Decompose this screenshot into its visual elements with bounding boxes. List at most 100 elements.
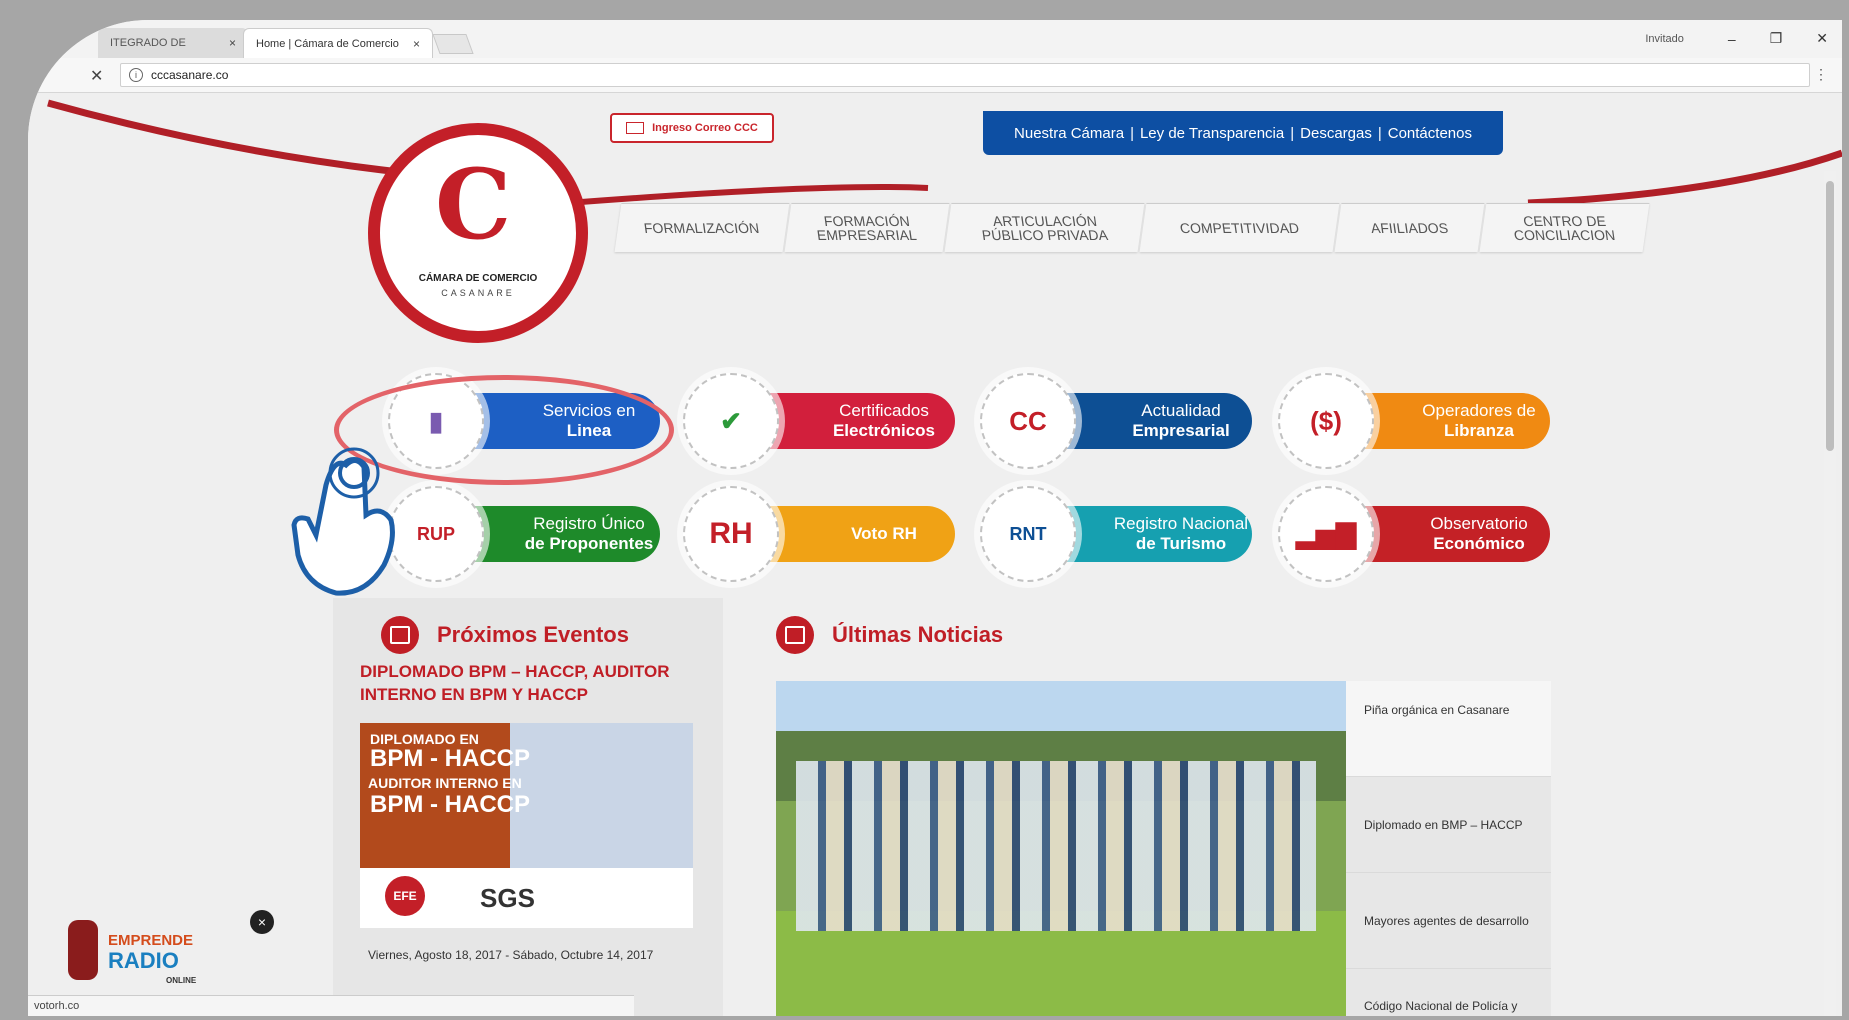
nav-formalizacion[interactable]: FORMALIZACIÓN <box>614 203 790 252</box>
icon-glyph: ($) <box>1310 405 1342 436</box>
voto-rh-icon: RH <box>683 486 779 582</box>
nav-line: FORMALIZACIÓN <box>643 220 761 236</box>
event-date: Viernes, Agosto 18, 2017 - Sábado, Octub… <box>368 948 654 962</box>
event-image[interactable]: DIPLOMADO EN BPM - HACCP AUDITOR INTERNO… <box>360 723 693 928</box>
nav-line: COMPETITIVIDAD <box>1178 220 1301 236</box>
service-actualidad[interactable]: Actualidad Empresarial CC <box>980 373 1252 469</box>
news-list: Piña orgánica en Casanare Diplomado en B… <box>1346 681 1551 1016</box>
image-text-3: AUDITOR INTERNO EN <box>368 775 522 791</box>
link-contactenos[interactable]: Contáctenos <box>1388 125 1472 142</box>
address-bar: ✕ i cccasanare.co ⋮ <box>28 58 1842 93</box>
printer-check-icon: ✔ <box>683 373 779 469</box>
link-transparencia[interactable]: Ley de Transparencia <box>1140 125 1284 142</box>
news-item[interactable]: Código Nacional de Policía y Convivencia <box>1346 969 1551 1016</box>
tab-close-icon[interactable]: × <box>229 36 236 50</box>
close-window-icon[interactable]: ✕ <box>1816 30 1828 47</box>
web-page: Ingreso Correo CCC Nuestra Cámara | Ley d… <box>28 93 1842 1016</box>
events-panel: Próximos Eventos DIPLOMADO BPM – HACCP, … <box>333 598 723 1016</box>
service-line1: Registro Nacional <box>1113 514 1249 533</box>
tab-active[interactable]: Home | Cámara de Comercio × <box>243 28 433 58</box>
news-heading-text: Últimas Noticias <box>832 622 1004 647</box>
icon-glyph: ▂▅▇ <box>1296 518 1356 549</box>
logo-subtitle: CASANARE <box>441 288 515 298</box>
service-voto-rh[interactable]: Voto RH RH <box>683 486 955 582</box>
envelope-icon <box>626 122 645 134</box>
service-line2: Voto RH <box>851 524 917 543</box>
service-line2: de Proponentes <box>524 534 654 553</box>
service-line2: Electrónicos <box>832 421 936 440</box>
nav-line: AFIILIADOS <box>1369 220 1450 236</box>
link-descargas[interactable]: Descargas <box>1300 125 1372 142</box>
nav-conciliacion[interactable]: CENTRO DE CONCILIACION <box>1479 203 1650 252</box>
chamber-logo[interactable]: C CÁMARA DE COMERCIO CASANARE <box>368 123 588 343</box>
newspaper-icon <box>776 616 814 654</box>
nav-line: FORMACIÓN <box>823 213 911 229</box>
url-input[interactable]: i cccasanare.co <box>120 63 1810 87</box>
image-text-4: BPM - HACCP <box>370 791 530 818</box>
tab-inactive[interactable]: ITEGRADO DE × <box>98 28 248 58</box>
image-text-2: BPM - HACCP <box>370 745 530 772</box>
news-item[interactable]: Mayores agentes de desarrollo <box>1346 873 1551 969</box>
tab-close-icon[interactable]: × <box>413 37 420 51</box>
photo-group <box>796 761 1316 931</box>
service-line2: Libranza <box>1444 421 1514 440</box>
close-radio-icon[interactable]: × <box>250 910 274 934</box>
tab-bar: ITEGRADO DE × Home | Cámara de Comercio … <box>28 20 1842 58</box>
service-line1: Observatorio <box>1430 514 1528 533</box>
service-rup[interactable]: Registro Único de Proponentes RUP <box>388 486 660 582</box>
service-rnt[interactable]: Registro Nacional de Turismo RNT <box>980 486 1252 582</box>
menu-icon[interactable]: ⋮ <box>1814 66 1828 83</box>
news-photo[interactable] <box>776 681 1346 1016</box>
minimize-icon[interactable]: – <box>1728 31 1736 47</box>
nav-formacion[interactable]: FORMACIÓN EMPRESARIAL <box>784 203 950 252</box>
status-bar: votorh.co <box>28 995 634 1016</box>
events-heading-text: Próximos Eventos <box>437 622 629 647</box>
event-title[interactable]: DIPLOMADO BPM – HACCP, AUDITOR INTERNO E… <box>360 660 680 706</box>
screenshot-frame: ITEGRADO DE × Home | Cámara de Comercio … <box>0 0 1849 1020</box>
nav-line: CONCILIACION <box>1512 227 1617 243</box>
service-observatorio[interactable]: Observatorio Económico ▂▅▇ <box>1278 486 1550 582</box>
page-scrollbar[interactable] <box>1824 171 1836 1016</box>
logo-cc-mark: C <box>435 148 512 261</box>
service-line1: Certificados <box>839 401 929 420</box>
scroll-thumb[interactable] <box>1826 181 1834 451</box>
events-heading: Próximos Eventos <box>381 616 629 654</box>
nav-articulacion[interactable]: ARTICULACIÓN PÚBLICO PRIVADA <box>944 203 1145 252</box>
icon-glyph: RH <box>709 517 753 550</box>
service-line2: Empresarial <box>1132 421 1230 440</box>
nav-afiliados[interactable]: AFIILIADOS <box>1334 203 1485 252</box>
service-line1: Operadores de <box>1422 401 1536 420</box>
rnt-icon: RNT <box>980 486 1076 582</box>
url-text: cccasanare.co <box>151 68 229 82</box>
tab-active-label: Home | Cámara de Comercio <box>256 37 399 50</box>
nav-line: ARTICULACIÓN <box>991 213 1098 229</box>
new-tab-button[interactable] <box>432 34 474 54</box>
browser-window: ITEGRADO DE × Home | Cámara de Comercio … <box>28 20 1842 1016</box>
service-certificados[interactable]: Certificados Electrónicos ✔ <box>683 373 955 469</box>
sponsor-logos: EFE SGS <box>360 868 693 928</box>
mail-login-button[interactable]: Ingreso Correo CCC <box>610 113 774 143</box>
stop-loading-icon[interactable]: ✕ <box>90 66 103 86</box>
service-line1: Registro Único <box>533 514 645 533</box>
profile-label[interactable]: Invitado <box>1645 33 1684 45</box>
icon-glyph: CC <box>1009 405 1047 436</box>
sgs-logo: SGS <box>480 883 535 913</box>
tab-inactive-label: ITEGRADO DE <box>110 37 186 49</box>
emprende-radio-widget[interactable]: EMPRENDE RADIO ONLINE <box>48 920 208 990</box>
link-nuestra-camara[interactable]: Nuestra Cámara <box>1014 125 1124 142</box>
nav-competitividad[interactable]: COMPETITIVIDAD <box>1139 203 1340 252</box>
radio-line1: EMPRENDE <box>108 932 194 949</box>
icon-glyph: RUP <box>416 523 455 544</box>
news-item[interactable]: Piña orgánica en Casanare <box>1346 681 1551 777</box>
service-libranza[interactable]: Operadores de Libranza ($) <box>1278 373 1550 469</box>
info-icon[interactable]: i <box>129 68 143 82</box>
restore-icon[interactable]: ❐ <box>1770 30 1783 47</box>
icon-glyph: ✔ <box>720 405 742 436</box>
logo-name: CÁMARA DE COMERCIO <box>418 273 538 284</box>
bar-chart-icon: ▂▅▇ <box>1278 486 1374 582</box>
service-line2: Económico <box>1433 534 1525 553</box>
nav-line: EMPRESARIAL <box>816 227 918 243</box>
microphone-icon: CC <box>980 373 1076 469</box>
news-item[interactable]: Diplomado en BMP – HACCP <box>1346 777 1551 873</box>
decorative-red-curve <box>47 99 1842 207</box>
